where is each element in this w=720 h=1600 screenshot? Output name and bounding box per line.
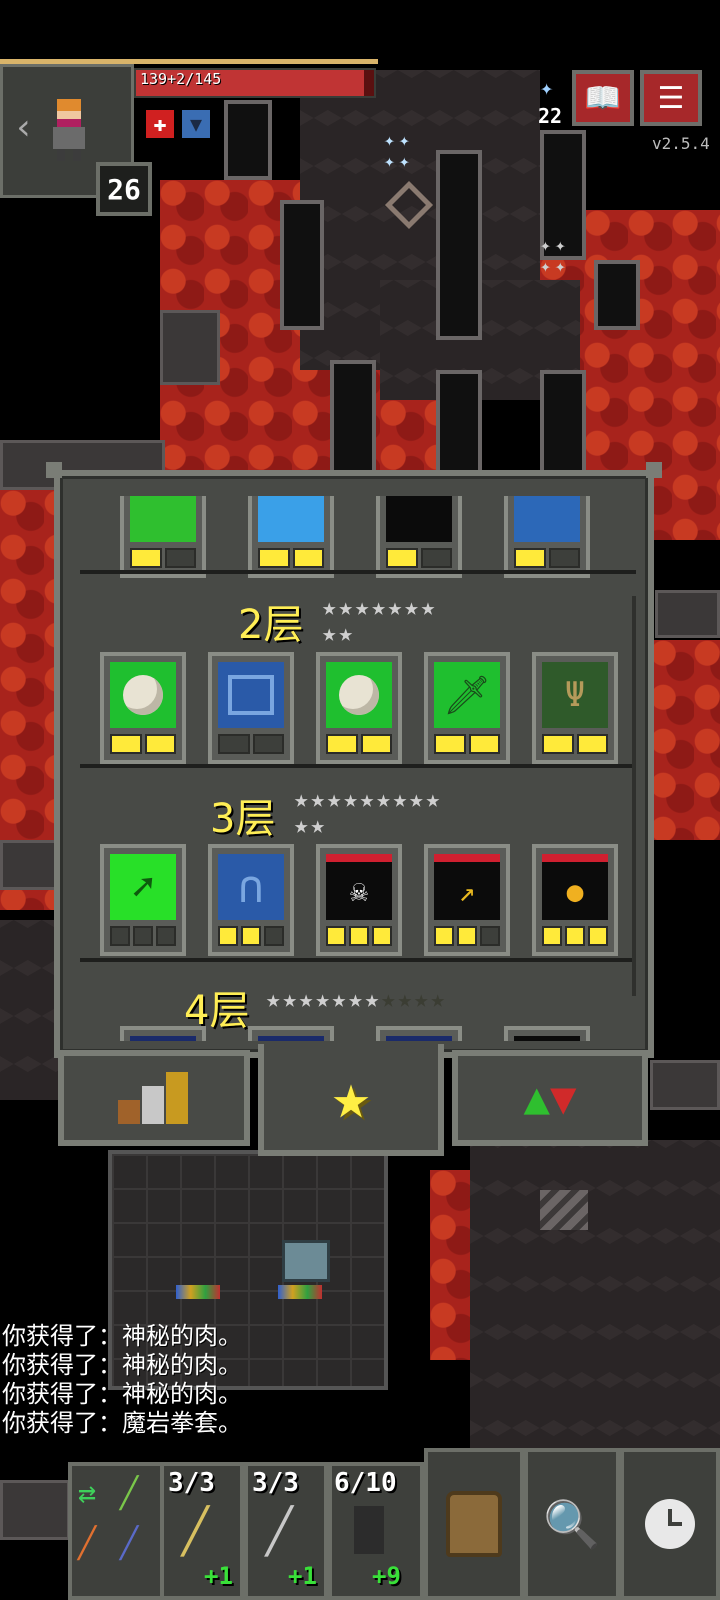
leaf-arrow-icon: ➚ [110, 854, 176, 920]
tree-icon: Ψ [542, 662, 608, 728]
journal-scroll-area[interactable]: 2层 ★★★★★★★ ★★ 🗡 Ψ 3层 ★★★★★★★★★ ★★ ➚ ∩ ☠ … [80, 496, 636, 1041]
log-line: 你获得了：神秘的肉。 [2, 1322, 242, 1350]
floor-stars-2: ★★★★★★★ ★★ [322, 594, 542, 646]
sparkle-icon: ✦✦ ✦✦ [384, 130, 414, 172]
floor-title-3: 3层 [210, 796, 276, 842]
shield-buff-icon[interactable]: ▼ [182, 110, 210, 138]
tab-stats[interactable] [58, 1050, 250, 1146]
backpack-button[interactable] [424, 1448, 524, 1600]
journal-item-card[interactable] [316, 652, 402, 764]
quickslot-3[interactable]: 6/10 +9 [328, 1462, 424, 1600]
wait-button[interactable] [620, 1448, 720, 1600]
tab-catalog[interactable]: ▲▼ [452, 1050, 648, 1146]
journal-button[interactable]: 📖 [572, 70, 634, 126]
version-label: v2.5.4 [652, 134, 710, 153]
journal-scrollbar[interactable] [632, 596, 636, 996]
menu-button[interactable]: ☰ [640, 70, 702, 126]
rug-icon [278, 1285, 322, 1299]
treasure-chest-icon[interactable] [282, 1240, 330, 1282]
floor-title-2: 2层 [238, 602, 304, 648]
gauntlet-icon [354, 1506, 384, 1554]
star-icon: ★ [331, 1060, 371, 1134]
rug-icon [176, 1285, 220, 1299]
key-icon: ✦ [540, 76, 554, 101]
quickslot-bonus: +1 [204, 1562, 233, 1590]
game-log: 你获得了：神秘的肉。 你获得了：神秘的肉。 你获得了：神秘的肉。 你获得了：魔岩… [2, 1322, 242, 1438]
journal-item-card[interactable] [120, 1026, 206, 1041]
log-line: 你获得了：神秘的肉。 [2, 1380, 242, 1408]
log-line: 你获得了：神秘的肉。 [2, 1351, 242, 1379]
hero-avatar[interactable] [49, 99, 91, 161]
hp-text: 139+2/145 [140, 70, 222, 88]
wand-blue-icon[interactable]: ╱ [120, 1526, 156, 1570]
stairs-icon[interactable] [540, 1190, 588, 1230]
sparkle-icon: ✦✦ ✦✦ [540, 235, 570, 277]
star-icon: ★★ [322, 619, 355, 647]
skull-card-icon: ☠ [326, 854, 392, 920]
journal-item-card[interactable] [100, 652, 186, 764]
journal-item-card[interactable] [504, 496, 590, 578]
burning-buff-icon[interactable]: ✚ [146, 110, 174, 138]
floor-stars-4: ★★★★★★★★★★★ [266, 986, 566, 1012]
journal-item-card[interactable] [504, 1026, 590, 1041]
back-arrow-icon[interactable]: ‹ [13, 107, 35, 148]
journal-item-card[interactable]: 🗡 [424, 652, 510, 764]
journal-item-card[interactable]: ☠ [316, 844, 402, 956]
stats-bars-icon [118, 1072, 190, 1124]
hero-level-badge: 26 [96, 162, 152, 216]
arrow-card-icon: ↗ [434, 854, 500, 920]
quickslot-bonus: +1 [288, 1562, 317, 1590]
section-divider [80, 570, 636, 574]
book-icon: 📖 [584, 80, 622, 116]
floor-stars-3: ★★★★★★★★★ ★★ [294, 786, 524, 838]
journal-item-card[interactable] [248, 496, 334, 578]
star-icon: ★★ [294, 811, 327, 839]
keys-count: 22 [538, 104, 563, 128]
coin-card-icon: ● [542, 854, 608, 920]
ration-icon [326, 662, 392, 728]
hero-level-text: 26 [107, 172, 141, 206]
section-divider [80, 958, 636, 962]
journal-item-card[interactable] [376, 496, 462, 578]
wand-green-icon[interactable]: ╱ [120, 1476, 156, 1520]
journal-item-card[interactable] [248, 1026, 334, 1041]
ghost-arch-icon: ∩ [218, 854, 284, 920]
menu-icon: ☰ [657, 80, 685, 116]
journal-item-card[interactable] [120, 496, 206, 578]
backpack-icon [446, 1491, 502, 1557]
ration-icon [110, 662, 176, 728]
quickslot-bonus: +9 [372, 1562, 401, 1590]
wand-icon: ╱ [266, 1506, 293, 1557]
tab-badges[interactable]: ★ [258, 1044, 444, 1156]
journal-item-card[interactable]: ● [532, 844, 618, 956]
wand-orange-icon[interactable]: ╱ [78, 1526, 114, 1570]
journal-item-card[interactable]: ∩ [208, 844, 294, 956]
journal-item-card[interactable]: ➚ [100, 844, 186, 956]
scroll-icon [218, 662, 284, 728]
journal-window: 2层 ★★★★★★★ ★★ 🗡 Ψ 3层 ★★★★★★★★★ ★★ ➚ ∩ ☠ … [46, 462, 662, 1058]
section-divider [80, 764, 636, 768]
search-icon: 🔍 [543, 1496, 601, 1551]
star-icon: ★★★★★★★ [266, 985, 382, 1013]
journal-item-card[interactable] [208, 652, 294, 764]
quickslot-1[interactable]: 3/3 ╱ +1 [160, 1462, 244, 1600]
journal-item-card[interactable] [376, 1026, 462, 1041]
quickslot-count: 3/3 [168, 1468, 215, 1498]
journal-item-card[interactable]: Ψ [532, 652, 618, 764]
dagger-icon: 🗡 [434, 662, 500, 728]
log-line: 你获得了：魔岩拳套。 [2, 1409, 242, 1437]
clock-icon [645, 1499, 695, 1549]
wand-icon: ╱ [182, 1506, 209, 1557]
up-down-arrows-icon: ▲▼ [523, 1072, 577, 1124]
star-empty-icon: ★★★★ [381, 985, 447, 1013]
quickslot-count: 6/10 [334, 1468, 397, 1498]
journal-item-card[interactable]: ↗ [424, 844, 510, 956]
swap-icon[interactable]: ⇄ [78, 1476, 114, 1520]
star-icon: ★★★★★★★★★ [294, 785, 443, 813]
star-icon: ★★★★★★★ [322, 593, 438, 621]
quickslot-count: 3/3 [252, 1468, 299, 1498]
search-button[interactable]: 🔍 [524, 1448, 620, 1600]
quickslot-2[interactable]: 3/3 ╱ +1 [244, 1462, 328, 1600]
